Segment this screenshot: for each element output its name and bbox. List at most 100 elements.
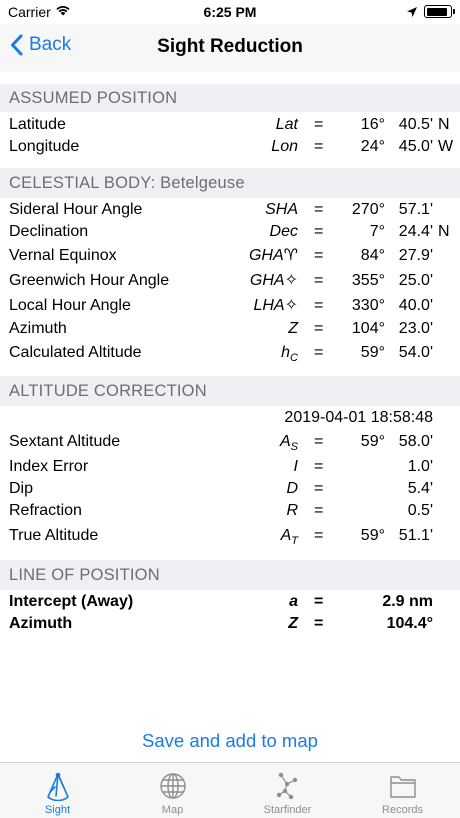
row-degrees: 59° <box>360 527 385 544</box>
row-degrees: 104° <box>351 320 385 337</box>
equals-sign: = <box>314 116 324 133</box>
row-label: Intercept (Away) <box>9 593 134 610</box>
equals-sign: = <box>314 223 324 240</box>
status-bar: Carrier 6:25 PM <box>0 0 460 24</box>
row-azimuth: Azimuth Z = 104° 23.0' <box>0 318 460 340</box>
row-calculated-altitude: Calculated Altitude hC = 59° 54.0' <box>0 342 460 364</box>
row-label: True Altitude <box>9 527 99 544</box>
tab-label: Sight <box>44 804 71 816</box>
row-minutes: 40.5' <box>398 116 433 133</box>
equals-sign: = <box>314 344 324 361</box>
row-dip: Dip D = 5.4' <box>0 478 460 500</box>
row-intercept: Intercept (Away) a = 2.9 nm <box>0 591 460 613</box>
row-minutes: 57.1' <box>398 201 433 218</box>
row-symbol: Dec <box>269 223 298 240</box>
row-latitude: Latitude Lat = 16° 40.5' N <box>0 114 460 136</box>
row-label: Sideral Hour Angle <box>9 201 143 218</box>
equals-sign: = <box>314 201 324 218</box>
row-hemisphere: N <box>438 223 450 240</box>
symbol-subscript: S <box>290 441 298 454</box>
row-degrees: 16° <box>360 116 385 133</box>
row-label: Sextant Altitude <box>9 433 121 450</box>
symbol-subscript: T <box>291 535 298 548</box>
equals-sign: = <box>314 320 324 337</box>
row-label: Calculated Altitude <box>9 344 142 361</box>
row-symbol: Lon <box>271 138 298 155</box>
row-label: Longitude <box>9 138 80 155</box>
row-minutes: 23.0' <box>398 320 433 337</box>
row-minutes: 40.0' <box>398 297 433 314</box>
row-label: Declination <box>9 223 89 240</box>
row-symbol: GHA♈ <box>248 247 298 264</box>
row-degrees: 270° <box>351 201 385 218</box>
row-degrees: 330° <box>351 297 385 314</box>
row-minutes: 25.0' <box>398 272 433 289</box>
row-symbol: hC <box>281 342 298 369</box>
row-hemisphere: N <box>438 116 450 133</box>
row-value: 1.0' <box>407 458 433 475</box>
row-label: Dip <box>9 480 34 497</box>
row-symbol: a <box>289 593 298 610</box>
row-label: Refraction <box>9 502 82 519</box>
equals-sign: = <box>314 502 324 519</box>
section-header-celestial-body: CELESTIAL BODY: Betelgeuse <box>0 168 460 198</box>
equals-sign: = <box>314 527 324 544</box>
tab-bar: Sight Map Starfinder Records <box>0 762 460 818</box>
row-symbol: Lat <box>275 116 298 133</box>
row-label: Greenwich Hour Angle <box>9 272 170 289</box>
tab-sight[interactable]: Sight <box>0 763 115 818</box>
save-and-add-to-map-button[interactable]: Save and add to map <box>0 730 460 752</box>
tab-label: Starfinder <box>263 804 312 816</box>
row-minutes: 54.0' <box>398 344 433 361</box>
row-degrees: 84° <box>360 247 385 264</box>
tab-map[interactable]: Map <box>115 763 230 818</box>
row-symbol: Z <box>288 320 298 337</box>
row-declination: Declination Dec = 7° 24.4' N <box>0 221 460 243</box>
row-label: Latitude <box>9 116 66 133</box>
equals-sign: = <box>314 138 324 155</box>
row-vernal-equinox: Vernal Equinox GHA♈ = 84° 27.9' <box>0 245 460 267</box>
location-arrow-icon <box>406 5 418 21</box>
constellation-icon <box>273 769 303 803</box>
row-true-altitude: True Altitude AT = 59° 51.1' <box>0 525 460 547</box>
tab-starfinder[interactable]: Starfinder <box>230 763 345 818</box>
equals-sign: = <box>314 615 324 632</box>
symbol-main: h <box>281 344 291 361</box>
tab-label: Map <box>161 804 184 816</box>
row-symbol: AT <box>281 525 298 552</box>
row-minutes: 45.0' <box>398 138 433 155</box>
row-symbol: GHA✧ <box>249 272 298 289</box>
equals-sign: = <box>314 247 324 264</box>
row-degrees: 24° <box>360 138 385 155</box>
tab-records[interactable]: Records <box>345 763 460 818</box>
row-symbol: LHA✧ <box>253 297 298 314</box>
row-symbol: I <box>293 458 298 475</box>
navigation-bar: Back Sight Reduction <box>0 24 460 72</box>
row-sideral-hour-angle: Sideral Hour Angle SHA = 270° 57.1' <box>0 199 460 221</box>
equals-sign: = <box>314 458 324 475</box>
equals-sign: = <box>314 593 324 610</box>
row-label: Index Error <box>9 458 89 475</box>
globe-icon <box>159 769 187 803</box>
symbol-main: A <box>279 433 291 450</box>
row-index-error: Index Error I = 1.0' <box>0 456 460 478</box>
row-value: 2.9 nm <box>382 593 433 610</box>
row-minutes: 58.0' <box>398 433 433 450</box>
row-label: Azimuth <box>9 320 67 337</box>
row-minutes: 24.4' <box>398 223 433 240</box>
row-sextant-altitude: Sextant Altitude AS = 59° 58.0' <box>0 431 460 453</box>
row-minutes: 27.9' <box>398 247 433 264</box>
equals-sign: = <box>314 272 324 289</box>
row-symbol: AS <box>280 431 298 458</box>
row-refraction: Refraction R = 0.5' <box>0 500 460 522</box>
row-value: 104.4° <box>386 615 433 632</box>
row-greenwich-hour-angle: Greenwich Hour Angle GHA✧ = 355° 25.0' <box>0 270 460 292</box>
symbol-subscript: C <box>290 352 298 365</box>
battery-icon <box>424 5 455 18</box>
section-header-line-of-position: LINE OF POSITION <box>0 560 460 590</box>
row-hemisphere: W <box>438 138 454 155</box>
row-degrees: 355° <box>351 272 385 289</box>
folder-icon <box>388 769 418 803</box>
row-label: Local Hour Angle <box>9 297 131 314</box>
row-symbol: SHA <box>265 201 298 218</box>
